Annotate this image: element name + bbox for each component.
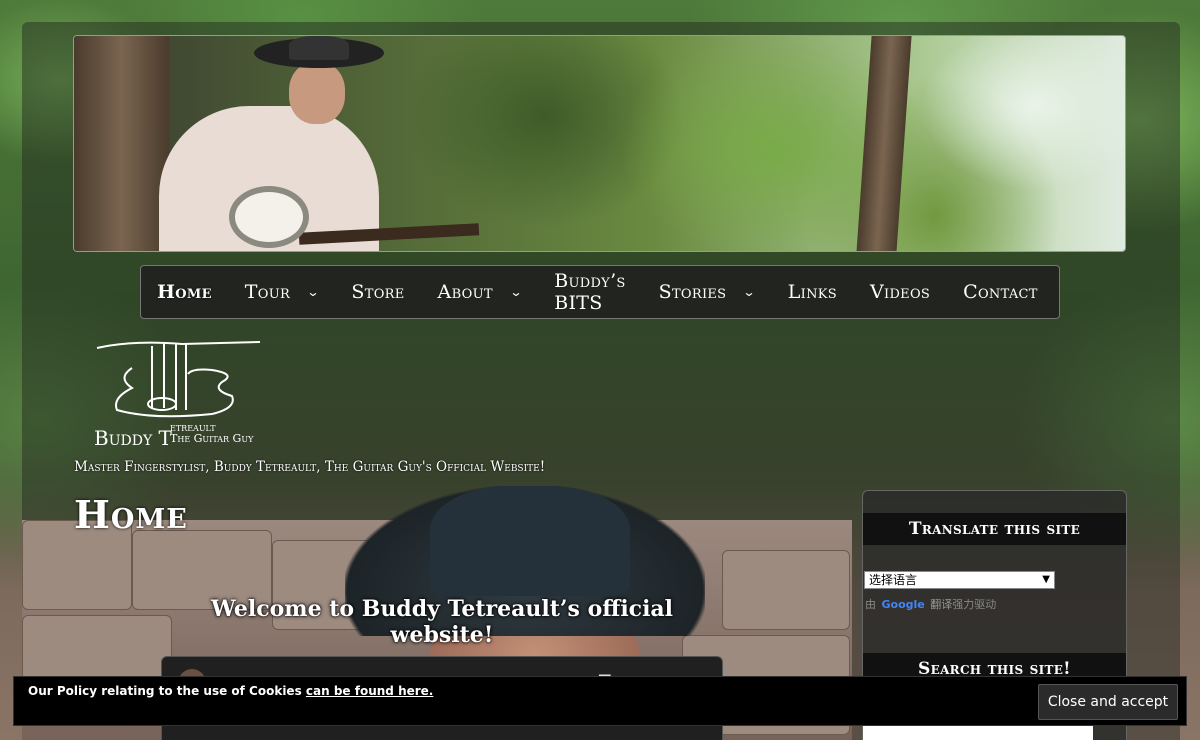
nav-item-label: Tour (244, 281, 291, 303)
chevron-down-icon[interactable]: ⌄ (307, 285, 320, 299)
language-select[interactable]: 选择语言 ▼ (864, 571, 1055, 589)
logo-subtitle: etreault The Guitar Guy (170, 421, 254, 445)
portrait-hat-crown (430, 486, 630, 596)
chevron-down-icon[interactable]: ⌄ (509, 285, 522, 299)
banjo-player (159, 36, 480, 251)
translate-widget-title: Translate this site (863, 513, 1126, 545)
guitar-logo-icon (96, 341, 261, 418)
chevron-down-icon: ▼ (1042, 574, 1050, 585)
main-navigation: Home Tour ⌄ Store About ⌄ Buddy’s BITS S… (140, 265, 1060, 319)
cookie-banner: Our Policy relating to the use of Cookie… (13, 676, 1187, 726)
google-translate-credit: 由 Google 翻译强力驱动 (865, 598, 997, 611)
page-title: Home (74, 492, 188, 537)
site-tagline: Master Fingerstylist, Buddy Tetreault, T… (74, 459, 546, 475)
nav-item-videos[interactable]: Videos (870, 281, 930, 303)
site-logo[interactable]: Buddy T etreault The Guitar Guy (92, 338, 272, 450)
cookie-policy-link[interactable]: can be found here. (306, 684, 433, 698)
nav-item-label: Home (157, 281, 212, 303)
nav-item-label: Links (787, 281, 837, 303)
nav-item-home[interactable]: Home (157, 281, 212, 303)
close-and-accept-button[interactable]: Close and accept (1038, 684, 1178, 720)
nav-item-label: Store (351, 281, 405, 303)
nav-item-label: Buddy’s BITS (554, 270, 626, 314)
tree-trunk (856, 36, 912, 251)
nav-item-label: Stories (658, 281, 727, 303)
welcome-heading: Welcome to Buddy Tetreault’s official we… (210, 596, 674, 648)
logo-name: Buddy T (94, 426, 172, 450)
nav-item-stories[interactable]: Stories ⌄ (658, 281, 756, 303)
nav-item-about[interactable]: About ⌄ (437, 281, 523, 303)
nav-item-links[interactable]: Links (788, 281, 837, 303)
nav-item-label: About (437, 281, 493, 303)
cookie-notice-text: Our Policy relating to the use of Cookie… (28, 684, 434, 698)
chevron-down-icon[interactable]: ⌄ (743, 285, 756, 299)
header-banner-image (73, 35, 1126, 252)
translate-link[interactable]: 翻译 (930, 598, 952, 611)
nav-item-store[interactable]: Store (351, 281, 404, 303)
nav-item-label: Contact (963, 281, 1038, 303)
google-logo[interactable]: Google (882, 598, 925, 611)
nav-item-tour[interactable]: Tour ⌄ (244, 281, 320, 303)
nav-item-buddys-bits[interactable]: Buddy’s BITS (554, 270, 625, 314)
nav-item-contact[interactable]: Contact (963, 281, 1038, 303)
nav-item-label: Videos (870, 281, 931, 303)
tree-trunk (74, 36, 169, 251)
